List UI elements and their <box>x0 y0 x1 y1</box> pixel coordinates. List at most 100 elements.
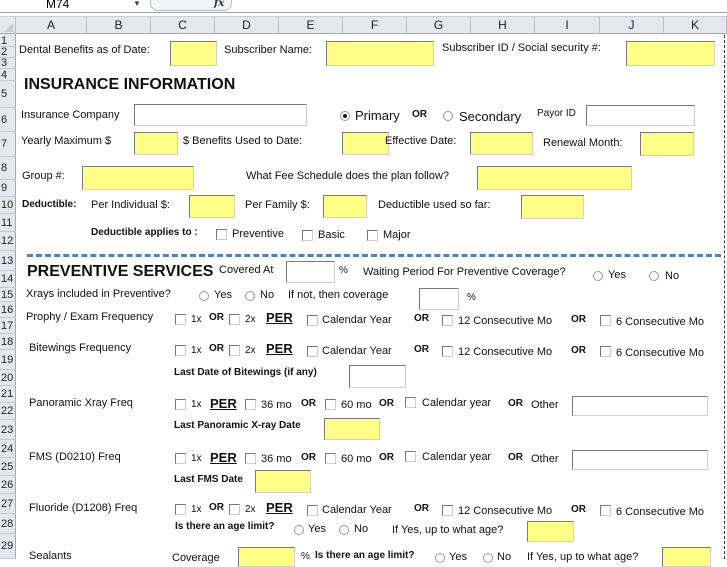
row-header-18[interactable]: 18 <box>0 334 16 350</box>
pano-1x-checkbox[interactable] <box>175 399 186 410</box>
primary-radio[interactable] <box>340 111 350 121</box>
row-header-3[interactable]: 3 <box>0 58 16 69</box>
row-header-27[interactable]: 27 <box>0 494 16 514</box>
column-header-g[interactable]: G <box>407 17 471 34</box>
row-header-21[interactable]: 21 <box>0 386 16 403</box>
deductible-used-input[interactable] <box>521 195 584 219</box>
fee-schedule-input[interactable] <box>477 166 632 190</box>
column-header-d[interactable]: D <box>215 17 279 34</box>
group-input[interactable] <box>82 166 194 190</box>
fms-60mo-checkbox[interactable] <box>325 453 336 464</box>
sealants-coverage-input[interactable] <box>238 547 295 567</box>
row-header-11[interactable]: 11 <box>0 214 16 232</box>
name-box[interactable]: M74 <box>0 0 135 12</box>
row-header-2[interactable]: 2 <box>0 47 16 58</box>
yearly-maximum-input[interactable] <box>134 132 178 155</box>
row-header-29[interactable]: 29 <box>0 534 16 559</box>
effective-date-input[interactable] <box>470 132 533 155</box>
chevron-down-icon[interactable]: ▼ <box>133 0 141 8</box>
row-header-10[interactable]: 10 <box>0 197 16 214</box>
row-header-26[interactable]: 26 <box>0 476 16 494</box>
row-header-16[interactable]: 16 <box>0 302 16 318</box>
bitewings-calendar-year-checkbox[interactable] <box>307 346 318 357</box>
row-header-24[interactable]: 24 <box>0 440 16 458</box>
per-family-input[interactable] <box>323 195 367 218</box>
applies-preventive-checkbox[interactable] <box>216 229 227 240</box>
xrays-yes-radio[interactable] <box>199 291 209 301</box>
waiting-yes-radio[interactable] <box>593 271 603 281</box>
row-header-28[interactable]: 28 <box>0 514 16 534</box>
per-individual-input[interactable] <box>189 195 235 218</box>
fluoride-age-yes-radio[interactable] <box>294 525 304 535</box>
pano-60mo-checkbox[interactable] <box>325 399 336 410</box>
fms-36mo-checkbox[interactable] <box>245 453 256 464</box>
bitewings-6mo-checkbox[interactable] <box>600 346 611 357</box>
renewal-month-input[interactable] <box>640 132 694 156</box>
subscriber-id-input[interactable] <box>626 41 715 66</box>
last-pano-input[interactable] <box>324 418 380 440</box>
row-header-14[interactable]: 14 <box>0 271 16 288</box>
prophy-12mo-checkbox[interactable] <box>442 315 453 326</box>
select-all-corner[interactable] <box>0 17 16 34</box>
benefits-date-input[interactable] <box>170 41 217 66</box>
row-header-22[interactable]: 22 <box>0 403 16 420</box>
row-header-23[interactable]: 23 <box>0 420 16 440</box>
column-header-a[interactable]: A <box>16 17 87 34</box>
prophy-1x-checkbox[interactable] <box>175 314 186 325</box>
pano-36mo-checkbox[interactable] <box>245 399 256 410</box>
column-header-h[interactable]: H <box>471 17 535 34</box>
xrays-no-radio[interactable] <box>245 291 255 301</box>
applies-major-checkbox[interactable] <box>367 230 378 241</box>
row-header-9[interactable]: 9 <box>0 180 16 197</box>
last-bitewings-input[interactable] <box>349 365 406 388</box>
secondary-radio[interactable] <box>443 111 453 121</box>
prophy-6mo-checkbox[interactable] <box>600 315 611 326</box>
row-header-15[interactable]: 15 <box>0 288 16 302</box>
fms-calendar-year-checkbox[interactable] <box>405 451 416 462</box>
xray-coverage-input[interactable] <box>419 288 459 310</box>
fms-1x-checkbox[interactable] <box>175 453 186 464</box>
prophy-2x-checkbox[interactable] <box>229 314 240 325</box>
row-header-20[interactable]: 20 <box>0 370 16 386</box>
pano-other-input[interactable] <box>572 396 708 416</box>
column-header-i[interactable]: I <box>535 17 600 34</box>
subscriber-name-input[interactable] <box>326 41 434 66</box>
applies-basic-checkbox[interactable] <box>302 230 313 241</box>
benefits-used-input[interactable] <box>342 132 389 155</box>
payor-id-input[interactable] <box>586 105 695 126</box>
bitewings-2x-checkbox[interactable] <box>229 345 240 356</box>
column-header-b[interactable]: B <box>87 17 151 34</box>
row-header-25[interactable]: 25 <box>0 458 16 476</box>
row-header-4[interactable]: 4 <box>0 69 16 81</box>
pano-calendar-year-checkbox[interactable] <box>405 397 416 408</box>
row-header-17[interactable]: 17 <box>0 318 16 334</box>
column-header-e[interactable]: E <box>279 17 343 34</box>
prophy-calendar-year-checkbox[interactable] <box>307 315 318 326</box>
column-header-f[interactable]: F <box>343 17 407 34</box>
column-header-j[interactable]: J <box>600 17 664 34</box>
row-header-12[interactable]: 12 <box>0 232 16 251</box>
column-header-c[interactable]: C <box>151 17 215 34</box>
waiting-no-radio[interactable] <box>649 271 659 281</box>
row-header-1[interactable]: 1 <box>0 36 16 47</box>
fluoride-12mo-checkbox[interactable] <box>442 505 453 516</box>
fluoride-6mo-checkbox[interactable] <box>600 505 611 516</box>
row-header-8[interactable]: 8 <box>0 157 16 180</box>
covered-at-input[interactable] <box>286 261 335 283</box>
fluoride-age-input[interactable] <box>527 521 574 542</box>
bitewings-12mo-checkbox[interactable] <box>442 346 453 357</box>
row-header-5[interactable]: 5 <box>0 81 16 108</box>
bitewings-1x-checkbox[interactable] <box>175 345 186 356</box>
sealants-age-no-radio[interactable] <box>483 553 493 563</box>
insurance-company-input[interactable] <box>134 104 307 126</box>
column-header-k[interactable]: K <box>664 17 727 34</box>
row-header-6[interactable]: 6 <box>0 108 16 132</box>
fluoride-2x-checkbox[interactable] <box>229 504 240 515</box>
row-header-13[interactable]: 13 <box>0 251 16 271</box>
fluoride-calendar-year-checkbox[interactable] <box>307 505 318 516</box>
row-header-19[interactable]: 19 <box>0 350 16 370</box>
sealants-age-input[interactable] <box>662 547 711 567</box>
fms-other-input[interactable] <box>572 450 708 470</box>
fluoride-1x-checkbox[interactable] <box>175 504 186 515</box>
row-header-7[interactable]: 7 <box>0 132 16 157</box>
